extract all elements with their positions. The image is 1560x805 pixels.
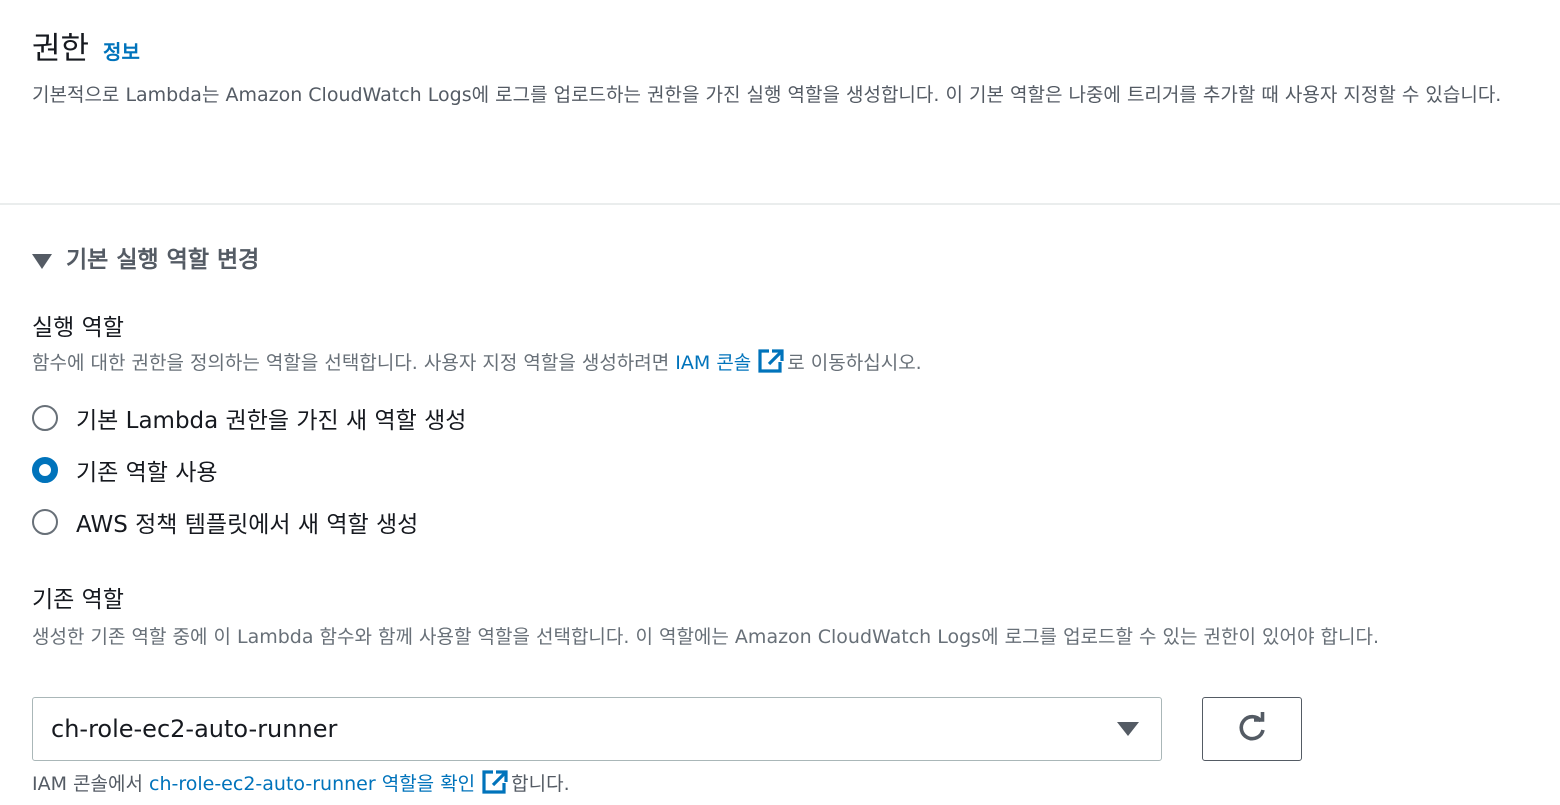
footer-suffix: 합니다. [511,773,570,795]
radio-label: 기본 Lambda 권한을 가진 새 역할 생성 [76,408,467,434]
view-role-link[interactable]: ch-role-ec2-auto-runner 역할을 확인 [149,773,475,795]
existing-role-select[interactable]: ch-role-ec2-auto-runner [32,697,1162,761]
footer-note: IAM 콘솔에서 ch-role-ec2-auto-runner 역할을 확인 합… [32,768,570,805]
external-link-icon[interactable] [757,348,785,383]
radio-button[interactable] [32,405,58,431]
change-default-role-expander[interactable]: 기본 실행 역할 변경 [32,240,259,280]
caret-down-icon [32,253,52,269]
existing-role-section: 기존 역할 생성한 기존 역할 중에 이 Lambda 함수와 함께 사용할 역… [32,584,1532,652]
iam-console-link[interactable]: IAM 콘솔 [675,352,751,374]
radio-label: 기존 역할 사용 [76,460,218,486]
expander-label: 기본 실행 역할 변경 [66,247,260,273]
title-row: 권한 정보 [32,28,1540,70]
execution-role-desc-suffix: 로 이동하십시오. [787,352,922,374]
radio-label: AWS 정책 템플릿에서 새 역할 생성 [76,512,419,538]
radio-button[interactable] [32,509,58,535]
selected-role-value: ch-role-ec2-auto-runner [51,715,338,743]
radio-option-policy-template[interactable]: AWS 정책 템플릿에서 새 역할 생성 [32,496,466,548]
permissions-panel: 권한 정보 기본적으로 Lambda는 Amazon CloudWatch Lo… [0,0,1560,805]
execution-role-label: 실행 역할 [32,315,124,341]
existing-role-label: 기존 역할 [32,587,124,613]
footer-text: IAM 콘솔에서 [32,773,149,795]
section-header: 권한 정보 기본적으로 Lambda는 Amazon CloudWatch Lo… [32,28,1540,111]
execution-role-description: 함수에 대한 권한을 정의하는 역할을 선택합니다. 사용자 지정 역할을 생성… [32,348,922,383]
execution-role-section: 실행 역할 함수에 대한 권한을 정의하는 역할을 선택합니다. 사용자 지정 … [32,312,922,383]
section-title: 권한 [32,31,90,67]
divider [0,203,1560,205]
radio-option-existing-role[interactable]: 기존 역할 사용 [32,444,466,496]
external-link-icon[interactable] [481,769,509,805]
refresh-button[interactable] [1202,697,1302,761]
info-link[interactable]: 정보 [103,36,140,65]
execution-role-radio-group: 기본 Lambda 권한을 가진 새 역할 생성 기존 역할 사용 AWS 정책… [32,392,466,548]
existing-role-description: 생성한 기존 역할 중에 이 Lambda 함수와 함께 사용할 역할을 선택합… [32,626,1379,648]
section-description: 기본적으로 Lambda는 Amazon CloudWatch Logs에 로그… [32,84,1502,106]
caret-down-icon [1117,722,1139,736]
radio-button-selected[interactable] [32,457,58,483]
refresh-icon [1239,712,1265,741]
execution-role-desc-text: 함수에 대한 권한을 정의하는 역할을 선택합니다. 사용자 지정 역할을 생성… [32,352,676,374]
radio-option-new-basic-role[interactable]: 기본 Lambda 권한을 가진 새 역할 생성 [32,392,466,444]
